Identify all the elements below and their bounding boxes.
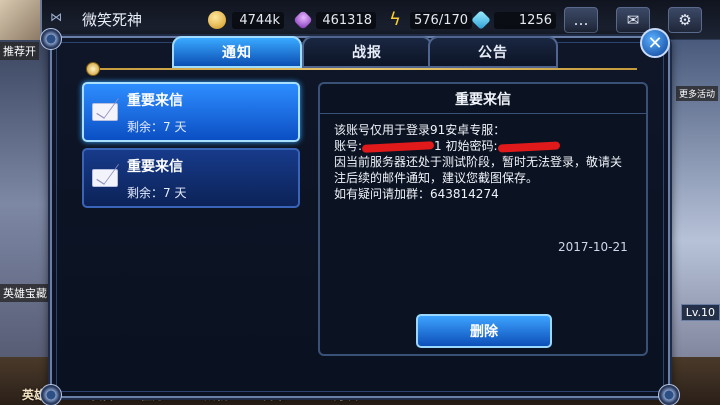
mail-line-account: 账号: 1 初始密码:	[334, 138, 636, 154]
mail-item[interactable]: 重要来信 剩余：7 天	[82, 82, 300, 142]
close-button[interactable]: ✕	[640, 28, 670, 58]
corner-ornament	[40, 384, 62, 405]
mail-remaining: 剩余：7 天	[127, 120, 187, 134]
mail-title: 重要来信	[127, 93, 183, 109]
chat-bubble-icon: …	[573, 11, 589, 29]
tab-notification[interactable]: 通知	[172, 36, 302, 68]
energy-resource: ϟ 576/170	[386, 9, 472, 31]
mail-title: 重要来信	[127, 159, 183, 175]
envelope-icon	[92, 103, 118, 121]
close-icon: ✕	[647, 32, 663, 54]
tab-battle-report[interactable]: 战报	[302, 36, 432, 68]
gem-value: 461318	[316, 11, 376, 29]
header-divider	[92, 68, 637, 70]
chat-button[interactable]: …	[564, 7, 598, 33]
mail-remaining: 剩余：7 天	[127, 186, 187, 200]
gold-coin-icon	[208, 11, 226, 29]
gem-icon	[293, 10, 313, 30]
diamond-resource: 1256	[471, 9, 556, 31]
corner-ornament	[40, 28, 62, 50]
redaction-mark	[497, 140, 560, 153]
diamond-value: 1256	[494, 11, 556, 29]
mail-icon: ✉	[626, 11, 640, 29]
mail-line: 因当前服务器还处于测试阶段，暂时无法登录，敬请关	[334, 155, 623, 169]
mail-line: 该账号仅用于登录91安卓专服：	[334, 123, 506, 137]
top-bar: ⋈ 微笑死神 4744k 461318 ϟ 576/170 1256 … ✉ ⚙	[0, 0, 720, 40]
settings-button[interactable]: ⚙	[668, 7, 702, 33]
ornament-gem-icon	[86, 62, 100, 76]
recommend-label[interactable]: 推荐开	[0, 42, 39, 60]
corner-ornament	[658, 384, 680, 405]
gold-resource: 4744k	[208, 9, 284, 31]
gem-resource: 461318	[293, 9, 376, 31]
diamond-icon	[471, 10, 491, 30]
mail-line: 注后续的邮件通知，建议您截图保存。	[334, 171, 539, 185]
delete-button[interactable]: 删除	[416, 314, 552, 348]
level-badge: Lv.10	[680, 304, 720, 321]
envelope-icon	[92, 169, 118, 187]
avatar[interactable]	[0, 0, 42, 40]
account-prefix: 账号:	[334, 139, 363, 153]
mail-line: 如有疑问请加群：643814274	[334, 187, 499, 201]
gear-icon: ⚙	[678, 11, 692, 29]
rank-icon: ⋈	[50, 10, 62, 24]
tab-announcement[interactable]: 公告	[428, 36, 558, 68]
gold-value: 4744k	[232, 11, 284, 29]
mail-detail-body: 该账号仅用于登录91安卓专服： 账号: 1 初始密码: 因当前服务器还处于测试阶段…	[334, 122, 636, 202]
player-name: 微笑死神	[82, 11, 143, 29]
mail-button[interactable]: ✉	[616, 7, 650, 33]
redaction-mark	[361, 140, 435, 153]
mail-item[interactable]: 重要来信 剩余：7 天	[82, 148, 300, 208]
mail-date: 2017-10-21	[558, 240, 628, 254]
energy-value: 576/170	[410, 11, 472, 29]
lightning-icon: ϟ	[389, 9, 401, 30]
mail-detail-title: 重要来信	[320, 84, 646, 114]
mail-dialog: 通知 战报 公告 重要来信 剩余：7 天 重要来信 剩余：7 天 重要来信 该账…	[40, 28, 680, 405]
hero-treasure-label[interactable]: 英雄宝藏	[0, 284, 50, 302]
more-activity-label[interactable]: 更多活动	[676, 86, 719, 101]
account-suffix: 1 初始密码:	[434, 139, 498, 153]
mail-detail-panel: 重要来信 该账号仅用于登录91安卓专服： 账号: 1 初始密码: 因当前服务器还处…	[318, 82, 648, 356]
